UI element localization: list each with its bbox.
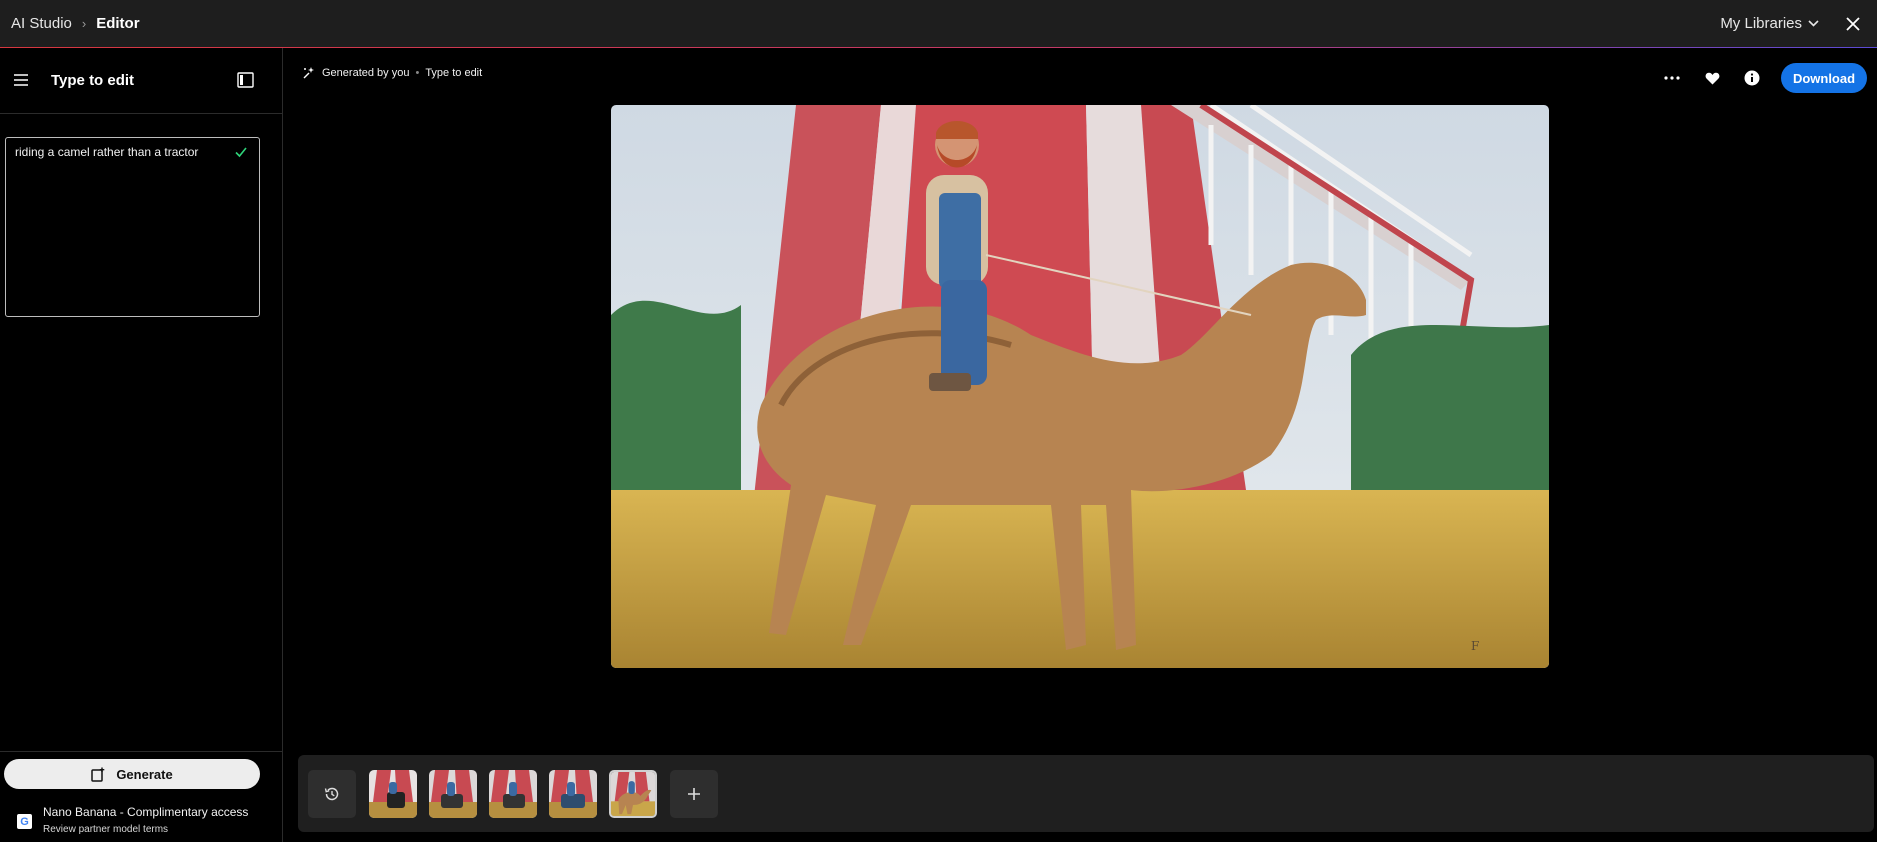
chevron-down-icon — [1808, 20, 1819, 27]
collapse-panel-icon[interactable] — [237, 72, 254, 88]
sidebar-footer: Generate G Nano Banana - Complimentary a… — [0, 751, 283, 842]
top-bar: AI Studio › Editor My Libraries — [0, 0, 1877, 47]
breadcrumb-ai-studio[interactable]: AI Studio — [11, 15, 72, 32]
thumbnail-3[interactable] — [489, 770, 537, 818]
thumbnail-image — [489, 770, 537, 818]
image-toolbar: Download — [1661, 63, 1867, 93]
generate-label: Generate — [116, 766, 173, 782]
model-terms-link[interactable]: Review partner model terms — [43, 824, 168, 835]
add-variant-button[interactable] — [670, 770, 718, 818]
left-sidebar: Type to edit riding a camel rather than … — [0, 48, 283, 842]
heart-icon — [1705, 72, 1719, 84]
favorite-button[interactable] — [1701, 67, 1723, 89]
history-button[interactable] — [308, 770, 356, 818]
history-icon — [324, 787, 339, 801]
thumbnail-2[interactable] — [429, 770, 477, 818]
chevron-right-icon: › — [81, 16, 87, 31]
plus-icon — [688, 788, 700, 800]
thumbnail-image — [611, 772, 655, 816]
generated-image: F — [611, 105, 1549, 668]
generation-info: Generated by you • Type to edit — [302, 66, 482, 80]
download-button[interactable]: Download — [1781, 63, 1867, 93]
thumbnail-image — [429, 770, 477, 818]
thumbnail-4[interactable] — [549, 770, 597, 818]
generate-button[interactable]: Generate — [4, 759, 260, 789]
my-libraries-button[interactable]: My Libraries — [1720, 15, 1819, 32]
mode-label: Type to edit — [425, 67, 483, 79]
thumbnail-1[interactable] — [369, 770, 417, 818]
sidebar-title: Type to edit — [51, 72, 135, 89]
separator-dot: • — [415, 67, 420, 79]
generated-by-label: Generated by you — [322, 67, 410, 79]
generate-icon — [91, 767, 105, 782]
signature-text: F — [1471, 639, 1479, 653]
info-button[interactable] — [1741, 67, 1763, 89]
close-icon[interactable] — [1843, 14, 1863, 34]
sidebar-header: Type to edit — [0, 48, 283, 114]
info-icon — [1744, 70, 1760, 86]
breadcrumb-editor: Editor — [96, 15, 140, 32]
main-image[interactable]: F — [611, 105, 1549, 668]
more-horizontal-icon — [1664, 76, 1680, 80]
checkmark-icon — [235, 147, 247, 158]
thumbnail-5-selected[interactable] — [609, 770, 657, 818]
thumbnail-image — [369, 770, 417, 818]
my-libraries-label: My Libraries — [1720, 15, 1802, 32]
sparkle-icon — [303, 67, 314, 79]
prompt-input[interactable]: riding a camel rather than a tractor — [5, 137, 260, 317]
breadcrumb: AI Studio › Editor — [11, 15, 140, 32]
thumbnail-image — [549, 770, 597, 818]
model-name: Nano Banana - Complimentary access — [43, 805, 249, 819]
google-logo-icon: G — [17, 814, 32, 829]
prompt-text: riding a camel rather than a tractor — [15, 145, 199, 159]
history-filmstrip — [298, 755, 1874, 832]
more-options-button[interactable] — [1661, 67, 1683, 89]
menu-icon[interactable] — [14, 74, 28, 86]
